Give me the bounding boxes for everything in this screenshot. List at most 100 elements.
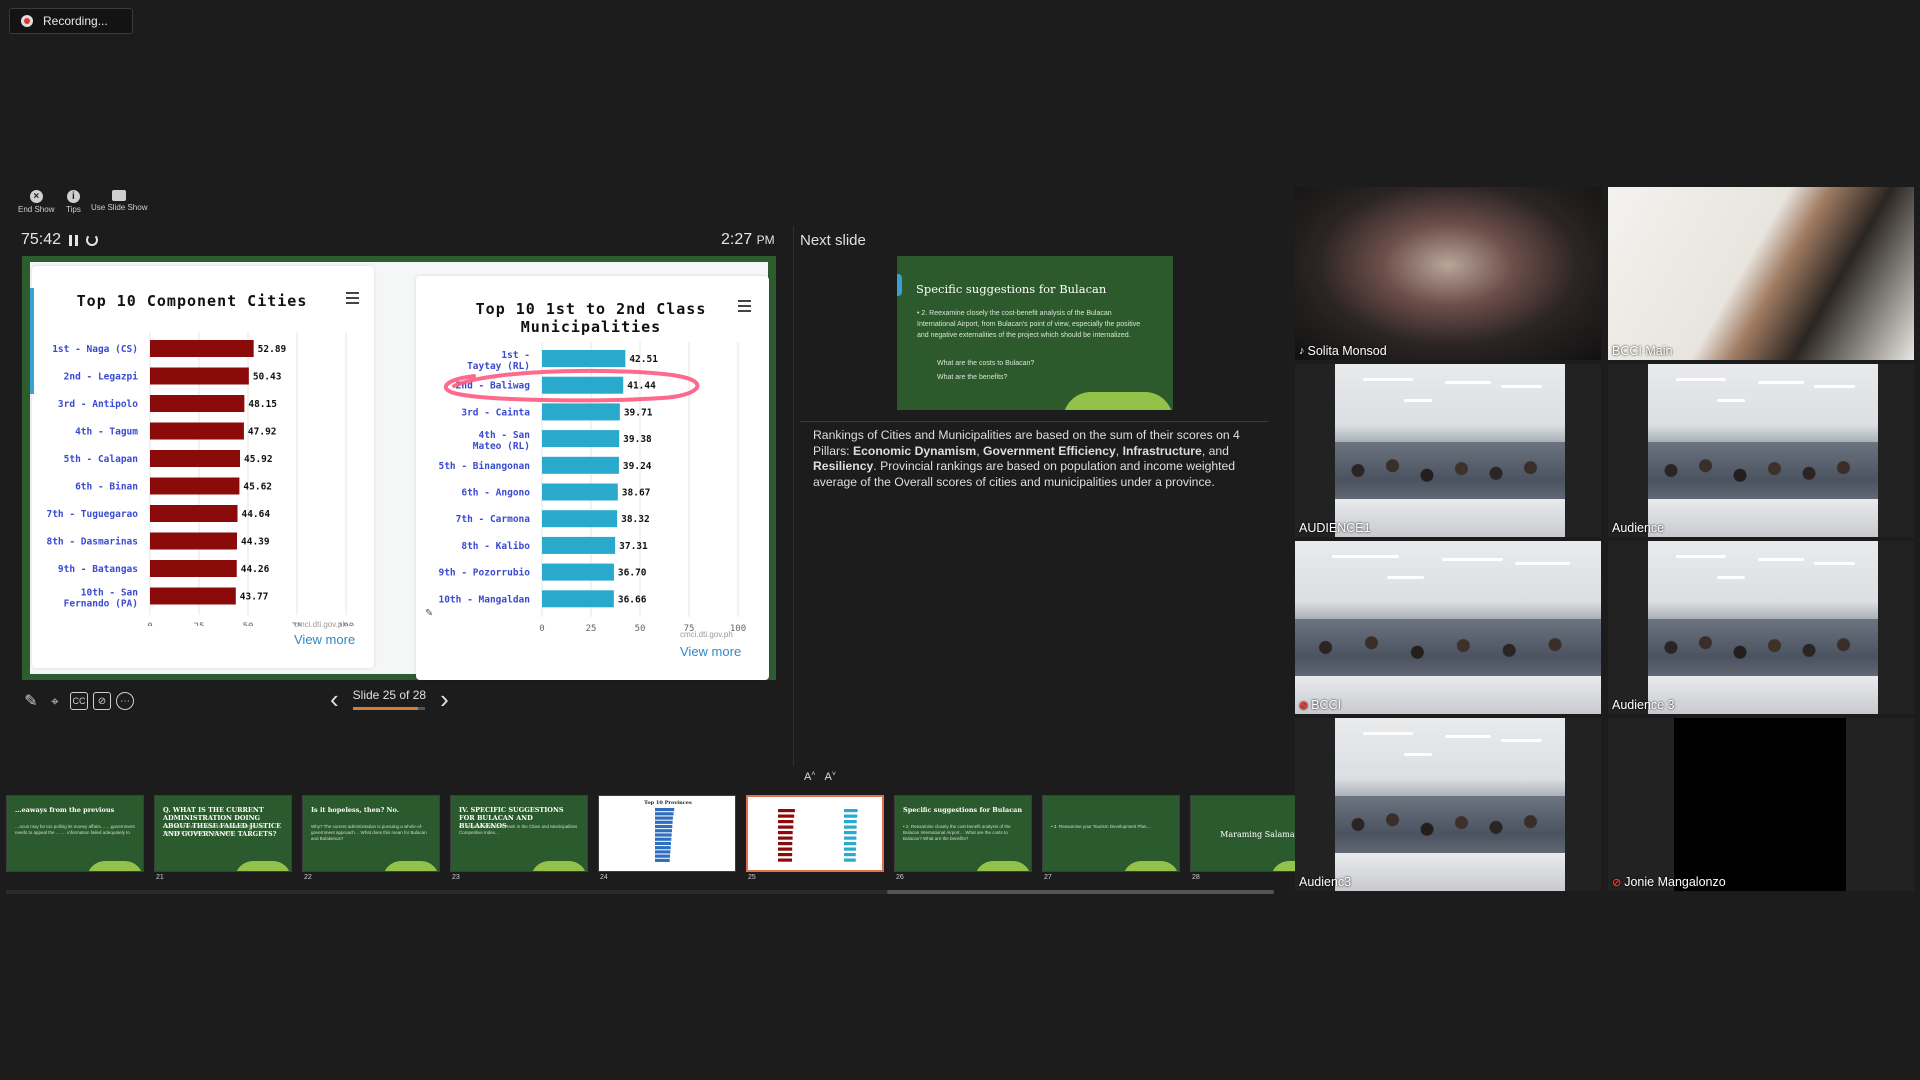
thumbnail-bar (655, 824, 673, 829)
bar[interactable] (542, 590, 614, 608)
slide-accent (897, 274, 902, 296)
tips-button[interactable]: i Tips (66, 190, 81, 214)
pane-divider[interactable] (793, 226, 794, 766)
slide-thumbnail[interactable]: Q. WHAT IS THE CURRENT ADMINISTRATION DO… (154, 795, 292, 872)
bar[interactable] (150, 560, 237, 577)
ceiling-light (1675, 377, 1727, 381)
participant-tile[interactable]: ⊘ Jonie Mangalonzo (1608, 718, 1914, 891)
hamburger-menu-icon[interactable] (346, 292, 359, 307)
laser-pointer-icon[interactable]: ⌖ (46, 692, 64, 710)
bar[interactable] (150, 477, 240, 495)
mic-muted-icon: ⊘ (1299, 699, 1309, 712)
bar[interactable] (542, 563, 614, 581)
thumbnail-body: Why? The current administration is pursu… (311, 824, 427, 841)
thumbnail-bar (844, 847, 856, 851)
data-label: 39.38 (623, 434, 652, 445)
chart-source: cmci.dti.gov.ph (680, 630, 733, 639)
bar[interactable] (150, 422, 244, 440)
thumbnail-title: Specific suggestions for Bulacan (903, 806, 1023, 814)
reset-timer-icon[interactable] (86, 234, 99, 246)
slide-thumbnail[interactable]: Is it hopeless, then? No. Why? The curren… (302, 795, 440, 872)
slide-thumbnail[interactable]: …eaways from the previous …ocus may be to… (6, 795, 144, 872)
next-slide-preview[interactable]: Specific suggestions for Bulacan • 2. Re… (897, 256, 1173, 410)
participant-tile[interactable]: BCCI Main (1608, 187, 1914, 360)
participant-tile[interactable]: AUDIENCE1 (1295, 364, 1601, 537)
bar[interactable] (150, 340, 254, 357)
bar[interactable] (150, 450, 241, 467)
view-more-link[interactable]: View more (680, 644, 741, 659)
bar[interactable] (542, 403, 620, 421)
slide-thumbnail[interactable] (746, 795, 884, 872)
participant-tile[interactable]: ♪ Solita Monsod (1295, 187, 1601, 360)
hamburger-menu-icon[interactable] (738, 300, 751, 315)
thumbnail-bar (844, 814, 858, 818)
info-icon: i (66, 190, 80, 203)
category-label: 5th - Binangonan (438, 461, 530, 472)
pause-icon[interactable] (69, 234, 79, 246)
notes-pillar: Economic Dynamism (852, 443, 977, 458)
pen-tool-icon[interactable]: ✎ (22, 692, 40, 710)
end-show-button[interactable]: × End Show (18, 190, 54, 214)
bar[interactable] (542, 456, 619, 474)
end-show-label: End Show (18, 205, 55, 214)
next-slide-icon[interactable]: › (440, 686, 449, 712)
bar[interactable] (150, 367, 249, 385)
thumbnail-bar (844, 858, 856, 862)
slide-thumbnail[interactable]: IV. SPECIFIC SUGGESTIONS FOR BULACAN AND… (450, 795, 588, 872)
slide-thumbnail[interactable]: • 3. Reexamine your Tourism Development … (1042, 795, 1180, 872)
thumbnail-title: …eaways from the previous (15, 806, 115, 814)
participant-tile[interactable]: Audience (1608, 364, 1914, 537)
category-label: 7th - Carmona (456, 514, 531, 525)
category-label: 1st - Naga (CS) (52, 344, 138, 355)
participant-video (1335, 364, 1565, 537)
use-slide-show-button[interactable]: Use Slide Show (91, 190, 147, 212)
previous-slide-icon[interactable]: ‹ (330, 686, 339, 712)
bar[interactable] (542, 350, 626, 367)
thumbnail-bar (655, 846, 671, 850)
participant-video (1674, 718, 1846, 891)
participant-tile[interactable]: Audience 3 (1608, 541, 1914, 714)
view-more-link[interactable]: View more (294, 632, 355, 647)
category-label: 9th - Batangas (58, 564, 138, 575)
data-label: 47.92 (248, 427, 277, 438)
subtitles-button[interactable]: CC (70, 692, 88, 710)
participant-tile[interactable]: Audienc3 (1295, 718, 1601, 891)
bar[interactable] (542, 483, 618, 501)
bar[interactable] (542, 536, 616, 554)
bar[interactable] (150, 587, 236, 605)
current-slide[interactable]: Top 10 Component Cities 025507510052.891… (22, 256, 776, 680)
slide-accent (30, 288, 34, 394)
category-label: 9th - Pozorrubio (438, 568, 530, 579)
thumbnail-bar (844, 853, 856, 857)
elapsed-time: 75:42 (21, 231, 62, 248)
speaker-notes[interactable]: Rankings of Cities and Municipalities ar… (813, 428, 1255, 490)
cc-icon: CC (72, 696, 86, 706)
record-icon (21, 15, 33, 27)
monitor-icon (112, 190, 127, 201)
ceiling-light (1758, 558, 1805, 562)
decrease-font-icon[interactable]: A (825, 771, 832, 783)
bar[interactable] (542, 376, 624, 394)
participant-tile[interactable]: ⊘ BCCI (1295, 541, 1601, 714)
elapsed-timer: 75:42 (21, 231, 99, 249)
bar[interactable] (150, 505, 238, 522)
bar[interactable] (542, 510, 618, 528)
bar[interactable] (542, 430, 620, 448)
slide-progress-bar (353, 707, 426, 710)
slide-thumbnail[interactable]: Top 10 Provinces (598, 795, 736, 872)
notes-pillar: Resiliency (813, 459, 874, 473)
participant-name: Solita Monsod (1307, 344, 1387, 358)
data-label: 39.24 (623, 461, 652, 472)
notes-text: , (1115, 443, 1123, 458)
more-options-icon[interactable]: ⋯ (116, 692, 134, 710)
bar[interactable] (150, 395, 245, 412)
thumbnail-bar (655, 820, 673, 824)
participant-name: BCCI Main (1612, 344, 1673, 358)
scrollbar-thumb[interactable] (887, 890, 1274, 894)
participant-name-tag: ⊘ BCCI (1299, 698, 1341, 712)
recording-indicator[interactable]: Recording... (9, 8, 133, 34)
bar[interactable] (150, 532, 238, 550)
next-slide-question: What are the benefits? (937, 374, 1008, 381)
camera-off-icon[interactable]: ⊘ (93, 692, 111, 710)
slide-thumbnail[interactable]: Specific suggestions for Bulacan • 2. Ree… (894, 795, 1032, 872)
